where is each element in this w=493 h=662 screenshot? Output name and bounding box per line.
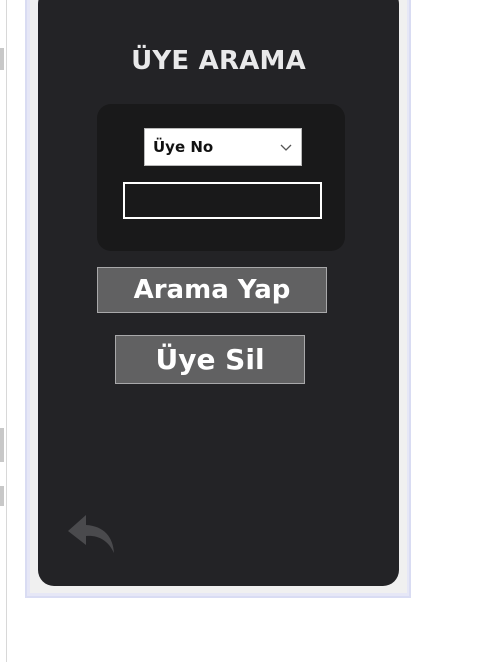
search-button[interactable]: Arama Yap [97, 267, 327, 313]
search-query-input[interactable] [123, 182, 322, 219]
chevron-down-icon [280, 144, 292, 151]
page-title: ÜYE ARAMA [131, 46, 306, 76]
search-field-selected-value: Üye No [153, 138, 214, 156]
member-search-panel: ÜYE ARAMA Üye No Arama Yap Üye Sil [38, 0, 399, 586]
delete-member-button[interactable]: Üye Sil [115, 335, 305, 384]
edge-marker [0, 48, 4, 70]
edge-marker [0, 486, 4, 506]
search-field-select[interactable]: Üye No [144, 128, 302, 166]
left-window-edge [0, 0, 7, 662]
reply-arrow-icon[interactable] [66, 513, 118, 555]
search-criteria-box: Üye No [97, 104, 345, 251]
edge-marker [0, 428, 4, 462]
